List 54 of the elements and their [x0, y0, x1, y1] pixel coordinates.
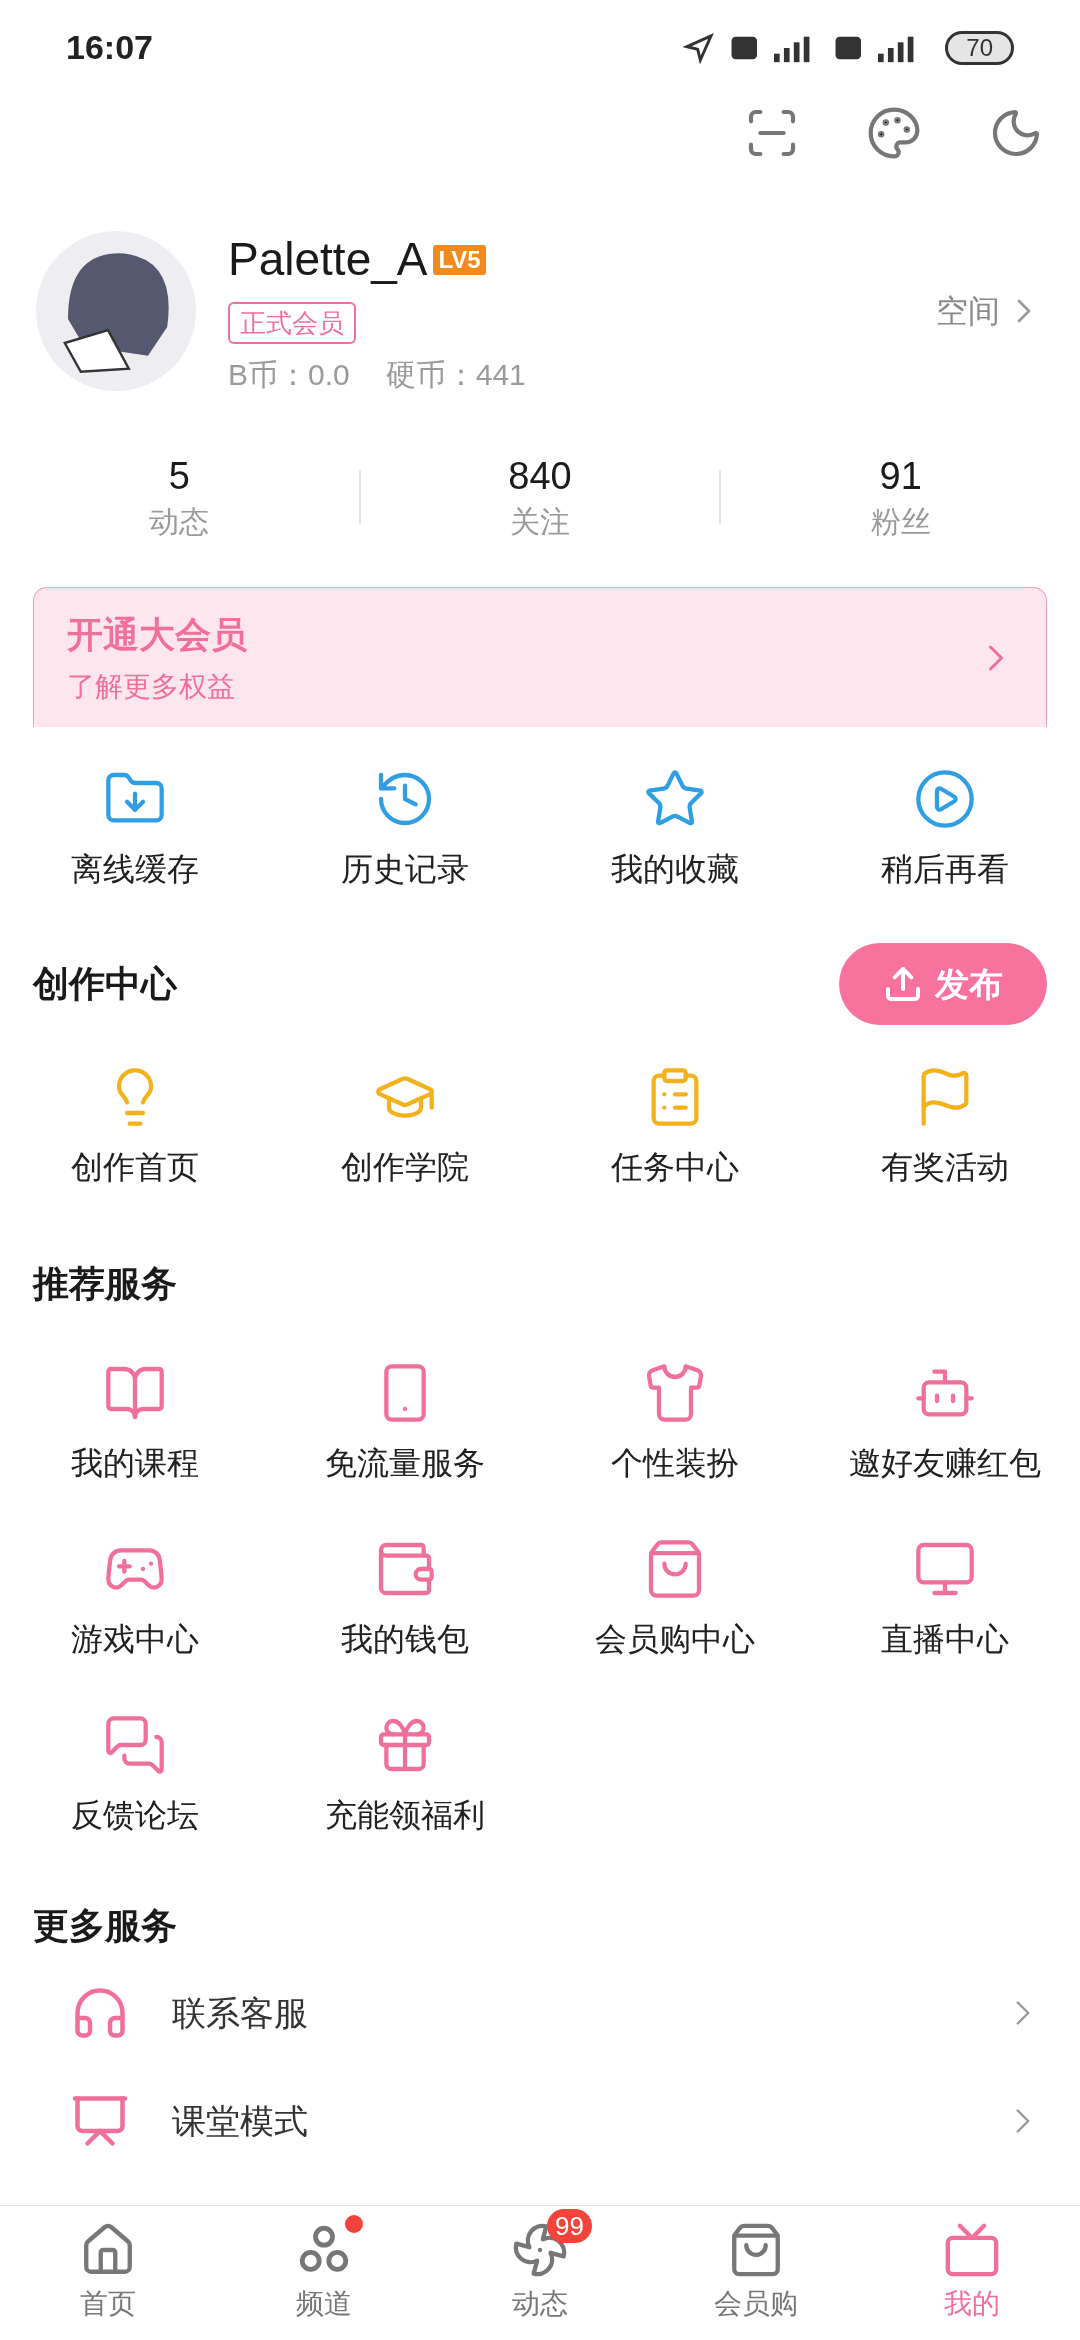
service-label[interactable]: 免流量服务	[325, 1439, 485, 1487]
nav-label: 首页	[80, 2287, 136, 2321]
service-label[interactable]: 反馈论坛	[71, 1791, 199, 1839]
level-badge: LV5	[433, 244, 486, 275]
service-label[interactable]: 直播中心	[881, 1615, 1009, 1663]
nav-label: 频道	[296, 2287, 352, 2321]
service-label[interactable]: 稍后再看	[881, 845, 1009, 893]
chat-icon[interactable]	[103, 1713, 167, 1777]
vip-title: 开通大会员	[67, 612, 247, 657]
nav-label: 我的	[944, 2287, 1000, 2321]
service-label[interactable]: 历史记录	[341, 845, 469, 893]
service-label[interactable]: 会员购中心	[595, 1615, 755, 1663]
section-title: 创作中心	[33, 962, 177, 1006]
user-name: Palette_A	[228, 232, 428, 287]
nav-tab[interactable]: 首页	[0, 2206, 216, 2340]
stat-value[interactable]: 91	[879, 454, 922, 498]
location-icon	[683, 31, 716, 64]
avatar[interactable]	[36, 231, 196, 391]
nav-tab[interactable]: 频道	[216, 2206, 432, 2340]
play-circle-icon[interactable]	[913, 767, 977, 831]
service-label[interactable]: 游戏中心	[71, 1615, 199, 1663]
service-label[interactable]: 我的课程	[71, 1439, 199, 1487]
service-label[interactable]: 有奖活动	[881, 1143, 1009, 1191]
member-badge: 正式会员	[228, 302, 356, 344]
service-row[interactable]: 课堂模式	[0, 2067, 1080, 2175]
service-row[interactable]: 联系客服	[0, 1959, 1080, 2067]
nav-label: 会员购	[714, 2287, 798, 2321]
status-time: 16:07	[66, 27, 153, 68]
service-label[interactable]: 我的收藏	[611, 845, 739, 893]
palette-icon[interactable]	[866, 105, 922, 161]
service-row-label: 课堂模式	[172, 2100, 309, 2142]
service-label[interactable]: 任务中心	[611, 1143, 739, 1191]
notification-count: 99	[547, 2209, 592, 2243]
battery-indicator: 70	[945, 30, 1014, 65]
vip-subtitle: 了解更多权益	[67, 669, 236, 704]
coin-balance: 硬币：441	[385, 357, 526, 393]
upload-icon	[883, 964, 923, 1004]
nav-label: 动态	[512, 2287, 568, 2321]
service-label[interactable]: 充能领福利	[325, 1791, 485, 1839]
service-row-label: 联系客服	[172, 1992, 309, 2034]
service-label[interactable]: 邀好友赚红包	[849, 1439, 1041, 1487]
nav-tab[interactable]: 会员购	[648, 2206, 864, 2340]
section-title: 更多服务	[33, 1905, 177, 1946]
service-label[interactable]: 创作首页	[71, 1143, 199, 1191]
tv-icon	[943, 2221, 1001, 2279]
stat-value[interactable]: 840	[508, 454, 572, 498]
b-coin-balance: B币：0.0	[228, 357, 350, 393]
service-label[interactable]: 我的钱包	[341, 1615, 469, 1663]
nav-tab[interactable]: 99 动态	[432, 2206, 648, 2340]
stat-value[interactable]: 5	[168, 454, 190, 498]
service-label[interactable]: 离线缓存	[71, 845, 199, 893]
section-title: 推荐服务	[33, 1263, 177, 1304]
service-label[interactable]: 创作学院	[341, 1143, 469, 1191]
service-label[interactable]: 个性装扮	[611, 1439, 739, 1487]
